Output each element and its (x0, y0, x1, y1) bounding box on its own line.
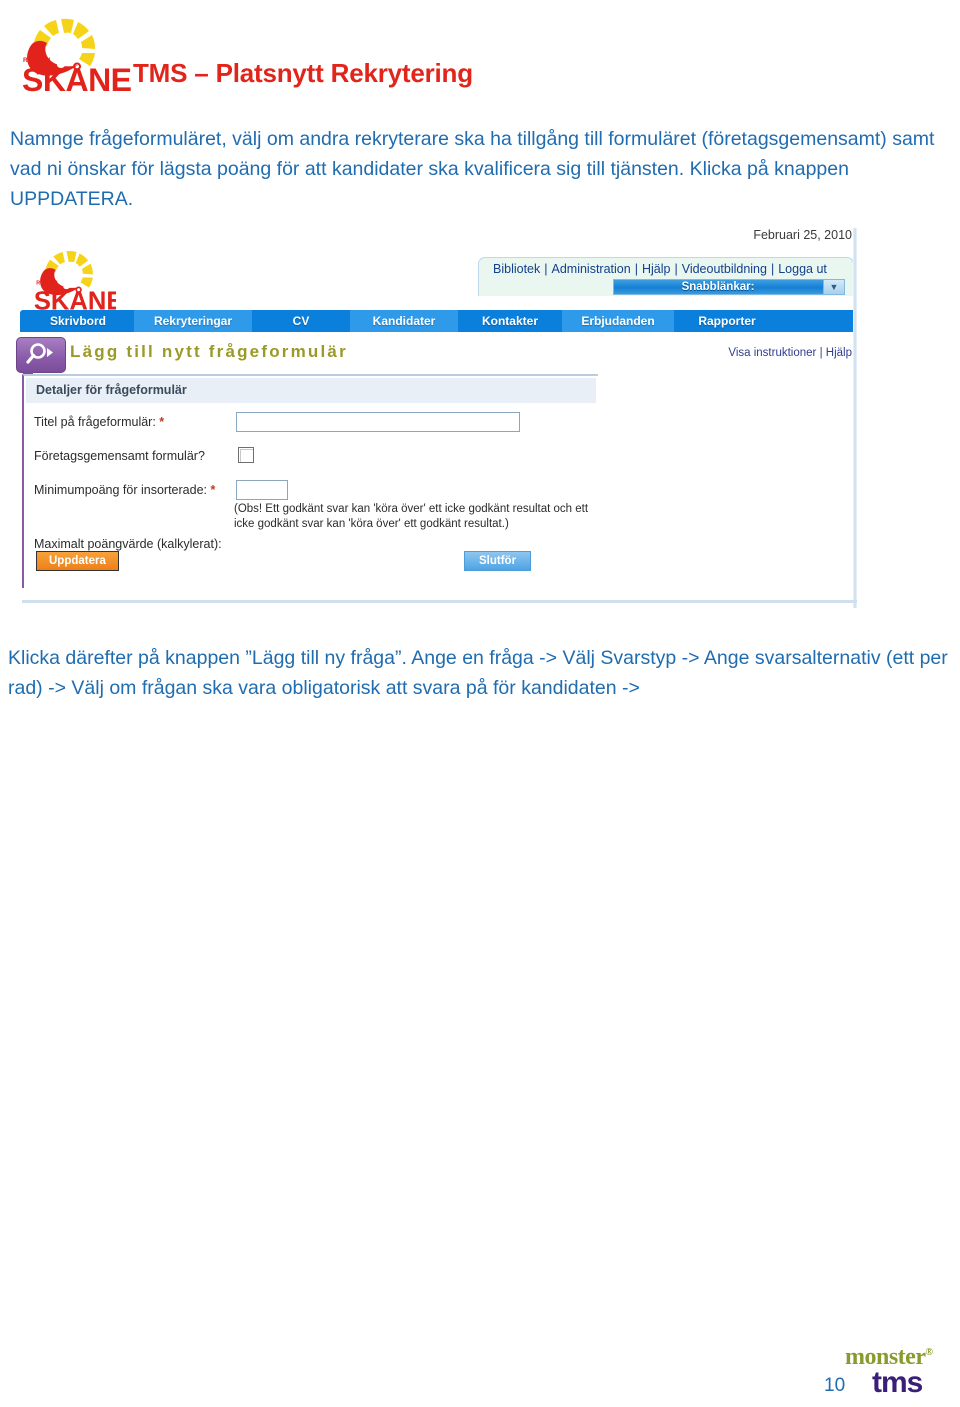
label-minimumpoang-text: Minimumpoäng för insorterade: (34, 483, 207, 497)
label-foretagsgemensamt: Företagsgemensamt formulär? (34, 449, 205, 463)
utility-links: Bibliotek | Administration | Hjälp | Videoutbi… (493, 262, 827, 276)
utility-link-logga-ut[interactable]: Logga ut (778, 262, 827, 276)
nav-tab-rapporter[interactable]: Rapporter (676, 310, 778, 332)
nav-tab-skrivbord[interactable]: Skrivbord (24, 310, 132, 332)
screen-heading: Lägg till nytt frågeformulär (70, 342, 348, 361)
label-titel-text: Titel på frågeformulär: (34, 415, 156, 429)
logo-skane-word: SKÅNE (22, 62, 132, 98)
nav-tab-kontakter[interactable]: Kontakter (460, 310, 560, 332)
label-minimumpoang: Minimumpoäng för insorterade: * (34, 483, 215, 497)
label-maximalt-poangvarde: Maximalt poängvärde (kalkylerat): (34, 537, 222, 551)
utility-panel: Bibliotek | Administration | Hjälp | Videoutbi… (478, 257, 854, 296)
nav-tab-rekryteringar[interactable]: Rekryteringar (134, 310, 252, 332)
foretagsgemensamt-checkbox[interactable] (238, 447, 254, 463)
link-separator: | (770, 262, 775, 276)
link-hjalp[interactable]: Hjälp (826, 347, 852, 359)
required-marker: * (210, 483, 216, 497)
screenshot-bottom-edge (22, 600, 857, 603)
followup-paragraph: Klicka därefter på knappen ”Lägg till ny… (8, 647, 948, 699)
quicklinks-dropdown[interactable]: Snabblänkar: ▼ (613, 279, 845, 295)
screenshot-right-edge (853, 228, 857, 608)
label-titel: Titel på frågeformulär: * (34, 415, 164, 429)
required-marker: * (159, 415, 165, 429)
nav-tab-kandidater[interactable]: Kandidater (350, 310, 458, 332)
form-row-shared: Företagsgemensamt formulär? (24, 446, 598, 472)
page-number: 10 (824, 1375, 846, 1396)
link-separator: | (544, 262, 548, 276)
quicklinks-label: Snabblänkar: (681, 281, 755, 293)
intro-paragraph: Namnge frågeformuläret, välj om andra re… (10, 128, 935, 210)
search-badge[interactable] (16, 337, 66, 382)
titel-input[interactable] (236, 412, 520, 432)
form-section-header: Detaljer för frågeformulär (26, 378, 596, 403)
utility-link-bibliotek[interactable]: Bibliotek (493, 262, 540, 276)
link-separator: | (634, 262, 638, 276)
app-logo-mark: REGION SKÅNE (34, 250, 123, 315)
magnifier-icon (26, 343, 53, 364)
link-visa-instruktioner[interactable]: Visa instruktioner (728, 347, 816, 359)
region-skane-logo: REGION SKÅNE (4, 2, 132, 100)
app-region-skane-logo: REGION SKÅNE (20, 238, 123, 315)
link-separator: | (674, 262, 678, 276)
application-screenshot: Februari 25, 2010 REGION SKÅNE Bibliotek… (8, 224, 860, 608)
form-row-title: Titel på frågeformulär: * (24, 412, 598, 438)
page-footer (0, 1330, 960, 1407)
minimumpoang-input[interactable] (236, 480, 288, 500)
utility-link-videoutbildning[interactable]: Videoutbildning (682, 262, 767, 276)
nav-tab-erbjudanden[interactable]: Erbjudanden (562, 310, 674, 332)
page-header: REGION SKÅNE TMS – Platsnytt Rekrytering (0, 0, 960, 110)
page-title: TMS – Platsnytt Rekrytering (133, 58, 473, 88)
nav-tab-cv[interactable]: CV (254, 310, 348, 332)
tms-wordmark: tms (872, 1366, 923, 1399)
score-note: (Obs! Ett godkänt svar kan 'köra över' e… (234, 503, 589, 530)
utility-link-administration[interactable]: Administration (552, 262, 631, 276)
link-separator: | (819, 347, 823, 359)
registered-mark: ® (925, 1347, 933, 1358)
chevron-down-icon[interactable]: ▼ (823, 280, 844, 294)
utility-link-hjalp[interactable]: Hjälp (642, 262, 671, 276)
slutfor-button[interactable]: Slutför (464, 551, 532, 571)
current-date: Februari 25, 2010 (753, 228, 852, 242)
main-navigation: Skrivbord Rekryteringar CV Kandidater Ko… (20, 310, 856, 332)
page-title-band: Lägg till nytt frågeformulär Visa instru… (8, 334, 860, 382)
help-links: Visa instruktioner | Hjälp (728, 347, 852, 359)
questionnaire-form-panel: Detaljer för frågeformulär Titel på fråg… (22, 374, 598, 588)
svg-text:REGION: REGION (36, 281, 57, 287)
uppdatera-button[interactable]: Uppdatera (36, 551, 119, 571)
